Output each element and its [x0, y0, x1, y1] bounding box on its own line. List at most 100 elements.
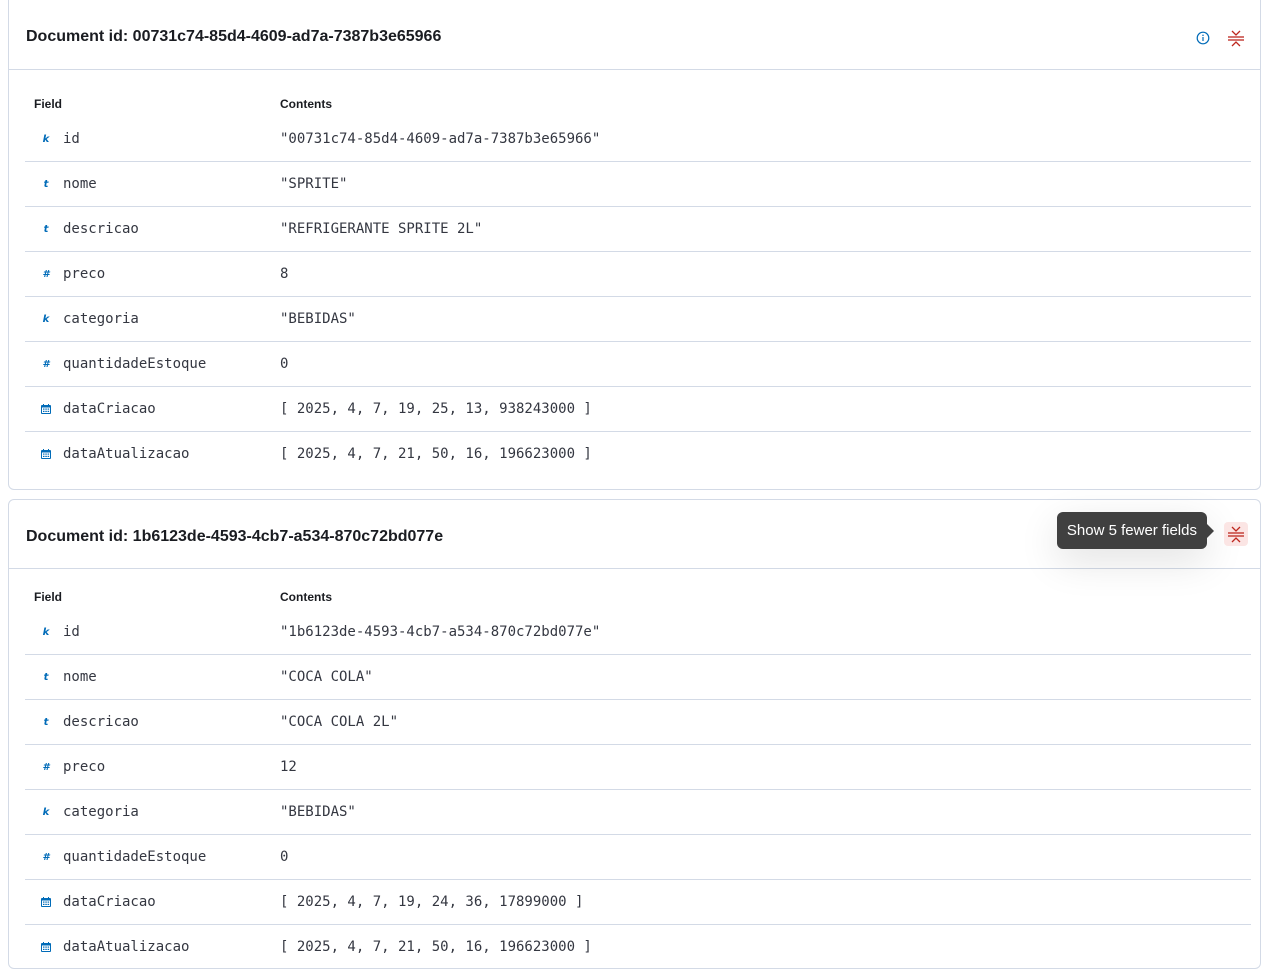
- calendar-icon: [39, 448, 53, 460]
- document-panel: Document id: 1b6123de-4593-4cb7-a534-870…: [8, 499, 1261, 969]
- calendar-icon: [39, 403, 53, 415]
- field-value: 0: [280, 835, 1251, 880]
- field-name: preco: [63, 759, 105, 775]
- field-row: t descricao "COCA COLA 2L": [25, 700, 1251, 745]
- collapse-icon: [1227, 29, 1245, 47]
- text-icon: t: [39, 672, 53, 683]
- field-name: quantidadeEstoque: [63, 356, 206, 372]
- contents-column-header: Contents: [280, 584, 1251, 610]
- field-name-cell: dataAtualizacao: [25, 925, 280, 969]
- field-row: # quantidadeEstoque 0: [25, 835, 1251, 880]
- field-name: categoria: [63, 311, 139, 327]
- document-actions: [1224, 500, 1248, 568]
- document-title: Document id: 1b6123de-4593-4cb7-a534-870…: [26, 528, 443, 546]
- field-name: nome: [63, 176, 97, 192]
- field-row: dataCriacao [ 2025, 4, 7, 19, 24, 36, 178…: [25, 880, 1251, 925]
- field-value: [ 2025, 4, 7, 19, 25, 13, 938243000 ]: [280, 387, 1251, 432]
- field-row: t descricao "REFRIGERANTE SPRITE 2L": [25, 207, 1251, 252]
- field-value: "BEBIDAS": [280, 297, 1251, 342]
- field-name-cell: tnome: [25, 655, 280, 700]
- field-value: "00731c74-85d4-4609-ad7a-7387b3e65966": [280, 117, 1251, 162]
- field-row: tnome"COCA COLA": [25, 655, 1251, 700]
- info-icon[interactable]: [1196, 31, 1210, 45]
- field-row: kid"1b6123de-4593-4cb7-a534-870c72bd077e…: [25, 610, 1251, 655]
- field-name-cell: dataCriacao: [25, 387, 280, 432]
- number-icon: #: [39, 359, 53, 370]
- document-header: Document id: 00731c74-85d4-4609-ad7a-738…: [9, 0, 1260, 70]
- field-name: id: [63, 131, 80, 147]
- field-name: dataCriacao: [63, 894, 156, 910]
- field-row: k categoria "BEBIDAS": [25, 790, 1251, 835]
- field-name-cell: # quantidadeEstoque: [25, 342, 280, 387]
- field-column-header: Field: [25, 91, 280, 117]
- field-name-cell: # quantidadeEstoque: [25, 835, 280, 880]
- keyword-icon: k: [39, 807, 53, 818]
- field-value: "SPRITE": [280, 162, 1251, 207]
- field-row: # preco 12: [25, 745, 1251, 790]
- field-value: "1b6123de-4593-4cb7-a534-870c72bd077e": [280, 610, 1251, 655]
- field-value: "COCA COLA": [280, 655, 1251, 700]
- field-name: preco: [63, 266, 105, 282]
- text-icon: t: [39, 224, 53, 235]
- field-row: kid"00731c74-85d4-4609-ad7a-7387b3e65966…: [25, 117, 1251, 162]
- number-icon: #: [39, 852, 53, 863]
- keyword-icon: k: [39, 134, 53, 145]
- contents-column-header: Contents: [280, 91, 1251, 117]
- field-value: [ 2025, 4, 7, 21, 50, 16, 196623000 ]: [280, 925, 1251, 969]
- field-name-cell: t descricao: [25, 700, 280, 745]
- fields-table: Field Contents kid"00731c74-85d4-4609-ad…: [25, 91, 1251, 476]
- field-name-cell: k categoria: [25, 297, 280, 342]
- field-value: 12: [280, 745, 1251, 790]
- field-name-cell: kid: [25, 610, 280, 655]
- field-row: # preco 8: [25, 252, 1251, 297]
- field-value: [ 2025, 4, 7, 19, 24, 36, 17899000 ]: [280, 880, 1251, 925]
- field-name: dataAtualizacao: [63, 939, 189, 955]
- text-icon: t: [39, 717, 53, 728]
- field-name: dataAtualizacao: [63, 446, 189, 462]
- text-icon: t: [39, 179, 53, 190]
- document-title: Document id: 00731c74-85d4-4609-ad7a-738…: [26, 28, 441, 46]
- field-value: "BEBIDAS": [280, 790, 1251, 835]
- fields-table: Field Contents kid"1b6123de-4593-4cb7-a5…: [25, 584, 1251, 969]
- field-value: 0: [280, 342, 1251, 387]
- field-row: dataAtualizacao [ 2025, 4, 7, 21, 50, 16,…: [25, 925, 1251, 969]
- calendar-icon: [39, 896, 53, 908]
- calendar-icon: [39, 941, 53, 953]
- field-row: k categoria "BEBIDAS": [25, 297, 1251, 342]
- field-name: quantidadeEstoque: [63, 849, 206, 865]
- field-name-cell: t descricao: [25, 207, 280, 252]
- field-row: tnome"SPRITE": [25, 162, 1251, 207]
- field-value: "COCA COLA 2L": [280, 700, 1251, 745]
- field-name-cell: tnome: [25, 162, 280, 207]
- document-actions: [1196, 1, 1248, 75]
- field-name: dataCriacao: [63, 401, 156, 417]
- collapse-fields-button[interactable]: [1224, 522, 1248, 546]
- keyword-icon: k: [39, 314, 53, 325]
- field-column-header: Field: [25, 584, 280, 610]
- field-name-cell: dataCriacao: [25, 880, 280, 925]
- number-icon: #: [39, 762, 53, 773]
- field-row: dataAtualizacao [ 2025, 4, 7, 21, 50, 16,…: [25, 432, 1251, 477]
- field-name: categoria: [63, 804, 139, 820]
- document-header: Document id: 1b6123de-4593-4cb7-a534-870…: [9, 500, 1260, 569]
- field-value: "REFRIGERANTE SPRITE 2L": [280, 207, 1251, 252]
- field-name: id: [63, 624, 80, 640]
- number-icon: #: [39, 269, 53, 280]
- field-name-cell: k categoria: [25, 790, 280, 835]
- field-name-cell: # preco: [25, 745, 280, 790]
- collapse-icon: [1227, 525, 1245, 543]
- field-name-cell: kid: [25, 117, 280, 162]
- document-panel: Document id: 00731c74-85d4-4609-ad7a-738…: [8, 0, 1261, 490]
- field-value: 8: [280, 252, 1251, 297]
- field-name-cell: dataAtualizacao: [25, 432, 280, 477]
- collapse-tooltip: Show 5 fewer fields: [1057, 512, 1207, 549]
- field-name: nome: [63, 669, 97, 685]
- collapse-fields-button[interactable]: [1224, 26, 1248, 50]
- field-name: descricao: [63, 221, 139, 237]
- field-name: descricao: [63, 714, 139, 730]
- field-row: dataCriacao [ 2025, 4, 7, 19, 25, 13, 938…: [25, 387, 1251, 432]
- keyword-icon: k: [39, 627, 53, 638]
- field-row: # quantidadeEstoque 0: [25, 342, 1251, 387]
- field-name-cell: # preco: [25, 252, 280, 297]
- field-value: [ 2025, 4, 7, 21, 50, 16, 196623000 ]: [280, 432, 1251, 477]
